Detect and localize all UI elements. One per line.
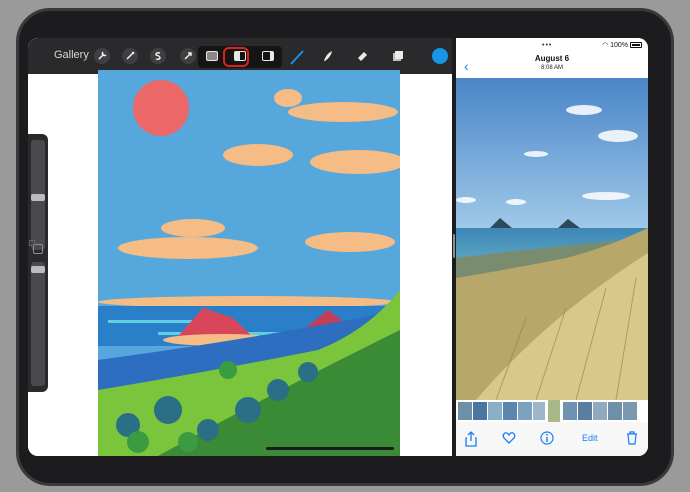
battery-icon (630, 42, 642, 49)
split-right-icon[interactable] (262, 51, 274, 61)
split-divider-handle[interactable] (453, 234, 455, 258)
wrench-icon[interactable] (94, 48, 110, 64)
thumbnail[interactable] (518, 402, 532, 420)
multitasking-dots[interactable]: ••• (542, 42, 552, 49)
thumbnail[interactable] (458, 402, 472, 420)
front-camera (29, 240, 35, 246)
photo-action-bar: Edit (456, 422, 648, 456)
battery-text: 100% (610, 42, 629, 49)
heart-icon[interactable] (502, 431, 516, 445)
drawing-app: Gallery (28, 38, 452, 456)
thumbnail-current[interactable] (548, 400, 560, 422)
gallery-button[interactable]: Gallery (54, 49, 89, 61)
layers-icon[interactable] (390, 48, 406, 64)
full-screen-icon[interactable] (206, 51, 218, 61)
brush-icon[interactable] (288, 48, 306, 66)
thumbnail-strip[interactable] (456, 400, 648, 422)
thumbnail[interactable] (608, 402, 622, 420)
thumbnail[interactable] (623, 402, 637, 420)
selected-split-highlight (223, 47, 249, 67)
magic-wand-icon[interactable] (122, 48, 138, 64)
smudge-icon[interactable] (320, 48, 336, 64)
photo-title: August 6 (534, 54, 570, 63)
thumbnail[interactable] (473, 402, 487, 420)
thumbnail[interactable] (503, 402, 517, 420)
photo-image[interactable] (456, 78, 648, 400)
photos-app: ••• ◠ 100% ‹ August 6 8:08 AM Edit (456, 38, 648, 456)
transform-arrow-icon[interactable] (180, 48, 196, 64)
thumbnail[interactable] (593, 402, 607, 420)
info-icon[interactable] (540, 431, 554, 445)
eraser-icon[interactable] (354, 48, 370, 64)
edit-button[interactable]: Edit (582, 433, 598, 443)
wifi-icon: ◠ (602, 42, 609, 49)
status-bar-right: ◠ 100% (602, 41, 642, 49)
thumbnail[interactable] (488, 402, 502, 420)
brush-size-slider-panel (28, 134, 48, 392)
ipad-screen: Gallery ••• ◠ 100% ‹ August 6 8:08 AM Ed… (28, 38, 648, 456)
home-indicator[interactable] (266, 447, 394, 450)
opacity-slider[interactable] (31, 262, 45, 386)
share-icon[interactable] (464, 431, 478, 447)
screenshot-frame: Gallery ••• ◠ 100% ‹ August 6 8:08 AM Ed… (0, 0, 690, 492)
drawing-canvas[interactable] (98, 70, 400, 456)
drawing-toolbar: Gallery (28, 38, 452, 74)
color-swatch[interactable] (432, 48, 448, 64)
photo-time: 8:08 AM (540, 65, 563, 71)
brush-size-thumb[interactable] (31, 194, 45, 201)
thumbnail[interactable] (563, 402, 577, 420)
selection-s-icon[interactable] (150, 48, 166, 64)
opacity-thumb[interactable] (31, 266, 45, 273)
split-view-options (198, 46, 282, 68)
thumbnail[interactable] (533, 402, 545, 420)
thumbnail[interactable] (578, 402, 592, 420)
trash-icon[interactable] (626, 431, 638, 445)
